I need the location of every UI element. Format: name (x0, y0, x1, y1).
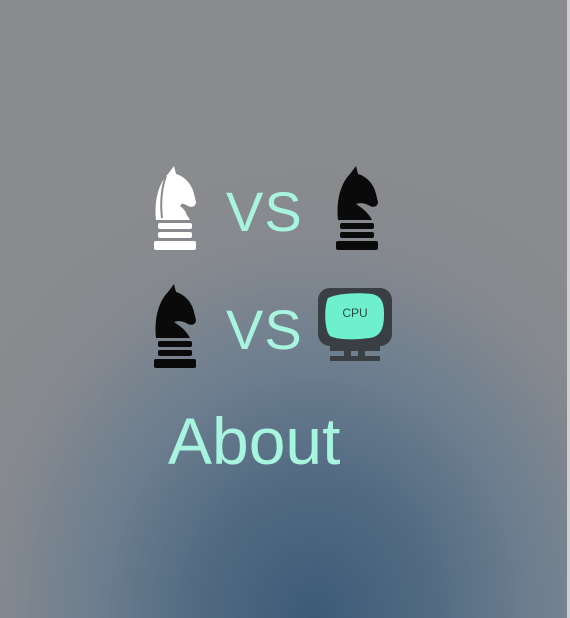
player-vs-cpu-button[interactable]: VS CPU (140, 276, 410, 376)
white-knight-icon (144, 162, 206, 254)
player-vs-player-button[interactable]: VS (140, 158, 410, 258)
black-knight-icon (326, 162, 388, 254)
vs-label: VS (226, 298, 303, 361)
black-knight-icon (144, 280, 206, 372)
cpu-monitor-icon (314, 284, 396, 366)
about-button[interactable]: About (168, 405, 340, 477)
cpu-label: CPU (342, 306, 368, 320)
vs-label: VS (226, 180, 303, 243)
